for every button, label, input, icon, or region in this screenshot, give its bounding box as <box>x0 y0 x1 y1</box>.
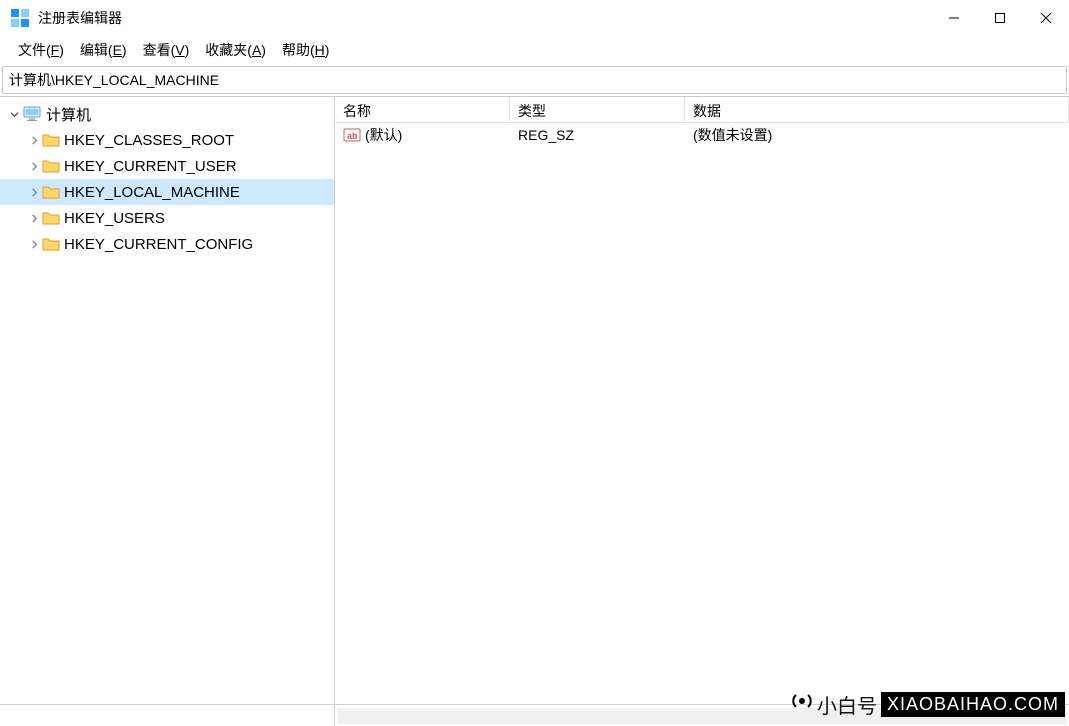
chevron-right-icon[interactable] <box>26 158 42 174</box>
folder-icon <box>42 184 60 200</box>
menu-favorites[interactable]: 收藏夹(A) <box>197 37 274 63</box>
string-value-icon: ab <box>343 126 361 144</box>
column-type[interactable]: 类型 <box>510 97 685 122</box>
close-button[interactable] <box>1023 0 1069 36</box>
computer-icon <box>22 106 42 122</box>
list-body[interactable]: ab (默认) REG_SZ (数值未设置) <box>335 123 1069 704</box>
tree-root-label: 计算机 <box>46 104 91 125</box>
content-area: 计算机 HKEY_CLASSES_ROOT HKEY_CURRENT_USER … <box>0 96 1069 704</box>
list-row[interactable]: ab (默认) REG_SZ (数值未设置) <box>335 123 1069 147</box>
menu-file[interactable]: 文件(F) <box>10 37 72 63</box>
column-name[interactable]: 名称 <box>335 97 510 122</box>
address-text: 计算机\HKEY_LOCAL_MACHINE <box>9 70 219 90</box>
value-data: (数值未设置) <box>693 125 772 145</box>
statusbar-spacer <box>0 705 335 726</box>
menu-edit[interactable]: 编辑(E) <box>72 37 135 63</box>
menu-help[interactable]: 帮助(H) <box>274 37 337 63</box>
tree-item-label: HKEY_CURRENT_USER <box>64 158 237 175</box>
folder-icon <box>42 158 60 174</box>
tree-pane[interactable]: 计算机 HKEY_CLASSES_ROOT HKEY_CURRENT_USER … <box>0 97 335 704</box>
tree-root[interactable]: 计算机 <box>0 101 334 127</box>
titlebar: 注册表编辑器 <box>0 0 1069 36</box>
tree-item-label: HKEY_USERS <box>64 210 165 227</box>
chevron-right-icon[interactable] <box>26 210 42 226</box>
folder-icon <box>42 132 60 148</box>
tree-item-label: HKEY_CURRENT_CONFIG <box>64 236 253 253</box>
folder-icon <box>42 236 60 252</box>
list-pane[interactable]: 名称 类型 数据 ab (默认) REG_SZ (数值未设置) <box>335 97 1069 704</box>
minimize-button[interactable] <box>931 0 977 36</box>
tree-item-label: HKEY_CLASSES_ROOT <box>64 132 234 149</box>
menu-view[interactable]: 查看(V) <box>135 37 198 63</box>
tree-item-hkcc[interactable]: HKEY_CURRENT_CONFIG <box>0 231 334 257</box>
statusbar <box>0 704 1069 726</box>
window-controls <box>931 0 1069 36</box>
tree-item-hklm[interactable]: HKEY_LOCAL_MACHINE <box>0 179 334 205</box>
value-type: REG_SZ <box>518 127 574 143</box>
tree-item-hkcu[interactable]: HKEY_CURRENT_USER <box>0 153 334 179</box>
app-icon <box>10 8 30 28</box>
tree-item-hku[interactable]: HKEY_USERS <box>0 205 334 231</box>
tree-item-hkcr[interactable]: HKEY_CLASSES_ROOT <box>0 127 334 153</box>
list-header: 名称 类型 数据 <box>335 97 1069 123</box>
window-title: 注册表编辑器 <box>38 8 931 28</box>
maximize-button[interactable] <box>977 0 1023 36</box>
chevron-right-icon[interactable] <box>26 184 42 200</box>
address-bar[interactable]: 计算机\HKEY_LOCAL_MACHINE <box>2 66 1067 94</box>
horizontal-scrollbar[interactable] <box>338 708 1066 724</box>
menubar: 文件(F) 编辑(E) 查看(V) 收藏夹(A) 帮助(H) <box>0 36 1069 64</box>
svg-text:ab: ab <box>347 131 358 141</box>
folder-icon <box>42 210 60 226</box>
tree-item-label: HKEY_LOCAL_MACHINE <box>64 184 240 201</box>
value-name: (默认) <box>365 125 402 145</box>
column-data[interactable]: 数据 <box>685 97 1069 122</box>
chevron-right-icon[interactable] <box>26 132 42 148</box>
chevron-down-icon[interactable] <box>6 106 22 122</box>
chevron-right-icon[interactable] <box>26 236 42 252</box>
